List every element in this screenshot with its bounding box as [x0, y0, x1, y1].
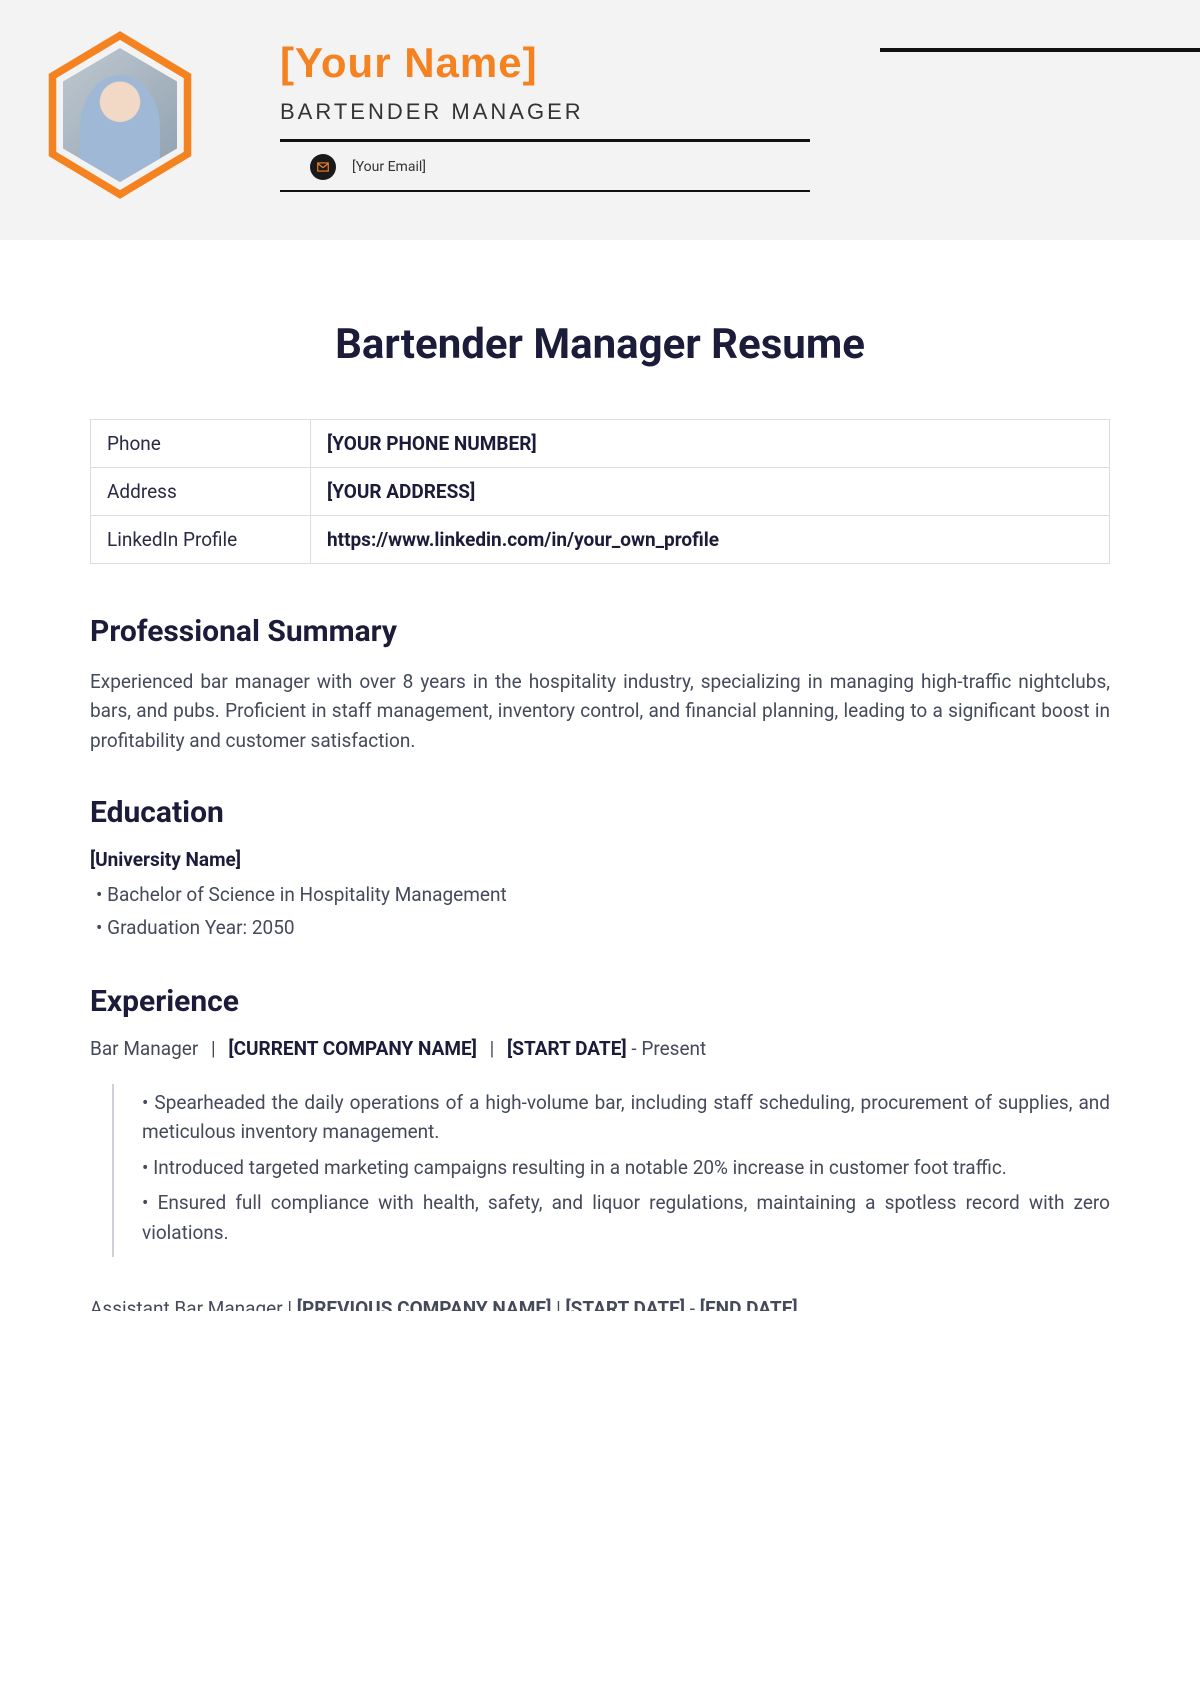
pipe-separator: |	[211, 1037, 216, 1060]
date-separator: -	[627, 1037, 642, 1060]
table-row: LinkedIn Profile https://www.linkedin.co…	[91, 516, 1110, 564]
experience-start: [START DATE]	[565, 1297, 685, 1311]
experience-end: [END DATE]	[700, 1297, 798, 1311]
contact-value: https://www.linkedin.com/in/your_own_pro…	[311, 516, 1110, 564]
email-placeholder: [Your Email]	[352, 159, 426, 175]
section-education-heading: Education	[90, 795, 1110, 830]
experience-role: Bar Manager	[90, 1037, 198, 1060]
experience-start: [START DATE]	[507, 1037, 627, 1060]
pipe-separator: |	[287, 1297, 292, 1311]
contact-value: [YOUR ADDRESS]	[311, 468, 1110, 516]
date-separator: -	[685, 1297, 700, 1311]
list-item: Graduation Year: 2050	[90, 912, 1110, 944]
table-row: Address [YOUR ADDRESS]	[91, 468, 1110, 516]
contact-label: Address	[91, 468, 311, 516]
avatar-wrap	[0, 30, 240, 200]
experience-1-bullets: Spearheaded the daily operations of a hi…	[112, 1084, 1110, 1257]
content-area: Bartender Manager Resume Phone [YOUR PHO…	[0, 240, 1200, 1311]
list-item: Spearheaded the daily operations of a hi…	[138, 1088, 1110, 1147]
experience-2-header-cutoff: Assistant Bar Manager | [PREVIOUS COMPAN…	[90, 1287, 1110, 1311]
experience-role: Assistant Bar Manager	[90, 1297, 283, 1311]
header-rule-bottom	[280, 190, 810, 192]
summary-text: Experienced bar manager with over 8 year…	[90, 667, 1110, 755]
contact-label: Phone	[91, 420, 311, 468]
avatar-hexagon	[45, 30, 195, 200]
list-item: Ensured full compliance with health, saf…	[138, 1188, 1110, 1247]
section-summary-heading: Professional Summary	[90, 614, 1110, 649]
contact-label: LinkedIn Profile	[91, 516, 311, 564]
list-item: Introduced targeted marketing campaigns …	[138, 1153, 1110, 1182]
pipe-separator: |	[556, 1297, 561, 1311]
candidate-role: BARTENDER MANAGER	[280, 99, 880, 125]
contact-table: Phone [YOUR PHONE NUMBER] Address [YOUR …	[90, 419, 1110, 564]
candidate-name: [Your Name]	[280, 39, 880, 87]
header-rule-top	[280, 139, 810, 142]
experience-company: [PREVIOUS COMPANY NAME]	[297, 1297, 552, 1311]
header-main: [Your Name] BARTENDER MANAGER [Your Emai…	[240, 39, 880, 192]
experience-1-header: Bar Manager | [CURRENT COMPANY NAME] | […	[90, 1037, 1110, 1060]
list-item: Bachelor of Science in Hospitality Manag…	[90, 879, 1110, 911]
experience-end: Present	[641, 1037, 706, 1060]
education-list: Bachelor of Science in Hospitality Manag…	[90, 879, 1110, 944]
page-title: Bartender Manager Resume	[90, 320, 1110, 369]
header-contact-row: [Your Email]	[280, 154, 880, 180]
contact-value: [YOUR PHONE NUMBER]	[311, 420, 1110, 468]
header-band: [Your Name] BARTENDER MANAGER [Your Emai…	[0, 0, 1200, 240]
experience-company: [CURRENT COMPANY NAME]	[228, 1037, 477, 1060]
mail-icon	[310, 154, 336, 180]
education-institution: [University Name]	[90, 848, 1110, 871]
section-experience-heading: Experience	[90, 984, 1110, 1019]
pipe-separator: |	[490, 1037, 495, 1060]
header-right-rule	[880, 48, 1200, 52]
table-row: Phone [YOUR PHONE NUMBER]	[91, 420, 1110, 468]
